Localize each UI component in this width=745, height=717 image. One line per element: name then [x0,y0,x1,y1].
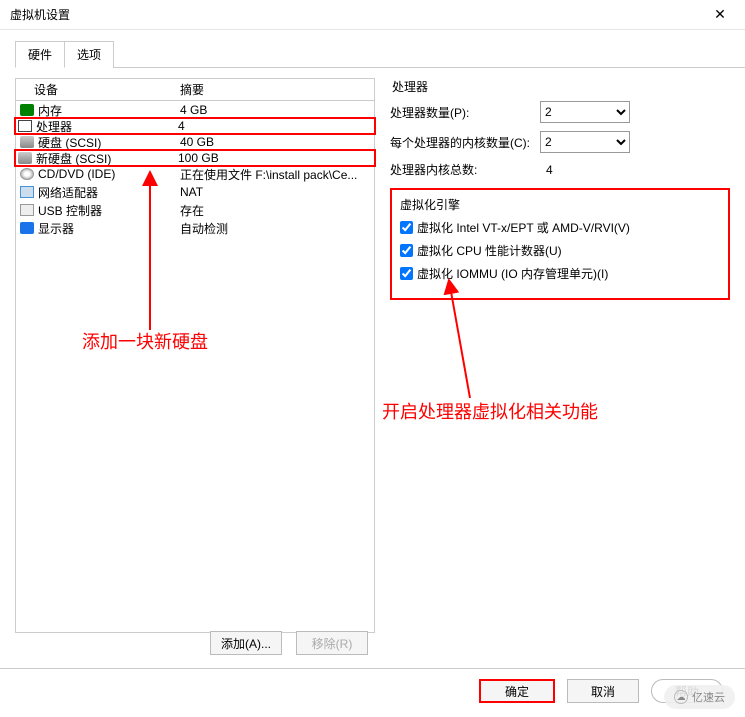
device-name: 新硬盘 (SCSI) [36,150,111,167]
device-name: CD/DVD (IDE) [38,167,115,181]
device-list-header: 设备 摘要 [16,79,374,101]
processor-count-select[interactable]: 2 [540,101,630,123]
device-name: 内存 [38,102,62,119]
device-summary: NAT [180,185,370,199]
total-cores-value: 4 [540,163,553,177]
col-device: 设备 [20,81,180,98]
virt-iommu-checkbox[interactable]: 虚拟化 IOMMU (IO 内存管理单元)(I) [400,265,720,282]
watermark-text: 亿速云 [692,689,725,705]
device-summary: 存在 [180,202,370,219]
device-name: 网络适配器 [38,184,98,201]
device-summary: 100 GB [178,151,372,165]
col-summary: 摘要 [180,81,370,98]
tab-hardware[interactable]: 硬件 [15,41,65,68]
device-summary: 4 GB [180,103,370,117]
checkbox-icon[interactable] [400,221,413,234]
add-button[interactable]: 添加(A)... [210,631,282,655]
virt-vt-checkbox[interactable]: 虚拟化 Intel VT-x/EPT 或 AMD-V/RVI(V) [400,219,720,236]
device-row-cddvd[interactable]: CD/DVD (IDE) 正在使用文件 F:\install pack\Ce..… [16,165,374,183]
checkbox-icon[interactable] [400,267,413,280]
tabs: 硬件 选项 [15,40,745,68]
device-row-processor[interactable]: 处理器 4 [14,117,376,135]
virtualization-title: 虚拟化引擎 [400,196,720,213]
close-icon[interactable]: ✕ [705,6,735,23]
ok-button[interactable]: 确定 [479,679,555,703]
device-summary: 正在使用文件 F:\install pack\Ce... [180,166,370,183]
processor-group-title: 处理器 [390,78,730,95]
memory-icon [20,104,34,116]
titlebar: 虚拟机设置 ✕ [0,0,745,30]
usb-icon [20,204,34,216]
window-title: 虚拟机设置 [10,6,70,23]
watermark: ☁ 亿速云 [664,685,735,709]
device-name: 显示器 [38,220,74,237]
total-cores-label: 处理器内核总数: [390,161,540,178]
cloud-icon: ☁ [674,690,688,704]
device-name: USB 控制器 [38,202,102,219]
device-row-hdd[interactable]: 硬盘 (SCSI) 40 GB [16,133,374,151]
disk-icon [20,136,34,148]
device-summary: 自动检测 [180,220,370,237]
cores-per-proc-label: 每个处理器的内核数量(C): [390,134,540,151]
device-row-display[interactable]: 显示器 自动检测 [16,219,374,237]
network-icon [20,186,34,198]
cpu-icon [18,120,32,132]
tab-options[interactable]: 选项 [64,41,114,68]
device-row-network[interactable]: 网络适配器 NAT [16,183,374,201]
disk-icon [18,152,32,164]
device-name: 处理器 [36,118,72,135]
settings-panel: 处理器 处理器数量(P): 2 每个处理器的内核数量(C): 2 处理器内核总数… [390,78,730,633]
device-buttons: 添加(A)... 移除(R) [210,631,368,655]
device-summary: 4 [178,119,372,133]
annotation-enable-virt: 开启处理器虚拟化相关功能 [382,398,598,424]
cd-icon [20,168,34,180]
remove-button: 移除(R) [296,631,368,655]
device-row-usb[interactable]: USB 控制器 存在 [16,201,374,219]
annotation-add-disk: 添加一块新硬盘 [82,328,208,354]
divider [0,668,745,669]
display-icon [20,222,34,234]
cores-per-proc-select[interactable]: 2 [540,131,630,153]
device-row-memory[interactable]: 内存 4 GB [16,101,374,119]
device-summary: 40 GB [180,135,370,149]
cancel-button[interactable]: 取消 [567,679,639,703]
device-name: 硬盘 (SCSI) [38,134,101,151]
virt-counters-checkbox[interactable]: 虚拟化 CPU 性能计数器(U) [400,242,720,259]
processor-count-label: 处理器数量(P): [390,104,540,121]
device-list-panel: 设备 摘要 内存 4 GB 处理器 4 硬盘 (SCSI) 40 GB 新硬盘 … [15,78,375,633]
checkbox-icon[interactable] [400,244,413,257]
virtualization-group: 虚拟化引擎 虚拟化 Intel VT-x/EPT 或 AMD-V/RVI(V) … [390,188,730,300]
device-row-new-hdd[interactable]: 新硬盘 (SCSI) 100 GB [14,149,376,167]
